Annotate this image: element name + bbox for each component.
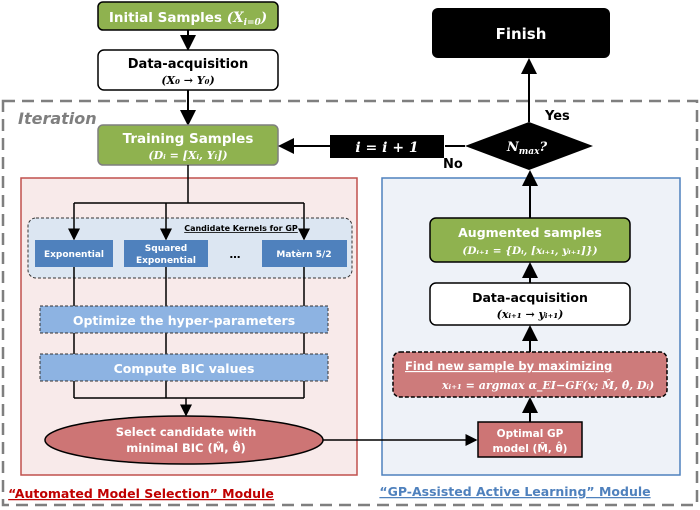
augmented-samples-title: Augmented samples	[458, 225, 602, 240]
select-candidate-ellipse	[44, 415, 324, 465]
data-acquisition-2-math: (xᵢ₊₁ → yᵢ₊₁)	[497, 308, 564, 321]
kernel-exponential-label: Exponential	[44, 250, 104, 260]
select-candidate-line2: minimal BIC (M̂, θ̂)	[126, 439, 245, 455]
no-label: No	[443, 157, 463, 172]
find-new-sample-title: Find new sample by maximizing	[405, 359, 612, 373]
decision-n: N	[506, 140, 520, 155]
kernel-matern-label: Matèrn 5/2	[276, 249, 331, 260]
flowchart: Iteration “Automated Model Selection” Mo…	[0, 0, 700, 510]
yes-label: Yes	[544, 109, 570, 124]
kernel-squared-label-2: Exponential	[136, 256, 196, 266]
decision-sub: max	[519, 147, 540, 157]
select-candidate-line1: Select candidate with	[116, 425, 257, 439]
acquisition-formula: xᵢ₊₁ = argmax α_EI−GF(x; M̂, θ̂, Dᵢ)	[441, 379, 654, 393]
initial-math: (X	[227, 10, 244, 26]
candidate-kernels-title: Candidate Kernels for GP	[184, 224, 298, 233]
left-module-title: “Automated Model Selection” Module	[8, 486, 274, 501]
data-acquisition-math: (X₀ → Y₀)	[161, 74, 214, 87]
decision-q: ?	[540, 140, 548, 155]
finish-label: Finish	[496, 25, 547, 43]
compute-bic-label: Compute BIC values	[114, 361, 255, 376]
iteration-label: Iteration	[18, 109, 97, 128]
kernel-ellipsis: …	[230, 248, 241, 261]
kernel-squared-label: Squared	[145, 244, 187, 254]
optimize-label: Optimize the hyper-parameters	[73, 313, 295, 328]
optimal-gp-line2: model (M̂, θ̂)	[493, 441, 568, 455]
data-acquisition-2-title: Data-acquisition	[472, 290, 588, 305]
training-samples-title: Training Samples	[123, 131, 254, 147]
data-acquisition-title: Data-acquisition	[128, 57, 249, 72]
augmented-samples-math: (Dᵢ₊₁ = {Dᵢ, [xᵢ₊₁, yᵢ₊₁]})	[462, 245, 597, 257]
right-module-title: “GP-Assisted Active Learning” Module	[379, 484, 650, 499]
svg-text:Initial Samples (Xi=0): Initial Samples (Xi=0)	[109, 10, 267, 28]
initial-sub: i=0	[244, 18, 262, 28]
initial-samples-label: Initial Samples	[109, 10, 222, 26]
increment-label: i = i + 1	[355, 140, 418, 156]
optimal-gp-line1: Optimal GP	[497, 428, 564, 440]
nmax-decision	[465, 122, 593, 170]
training-samples-math: (Dᵢ = [Xᵢ, Yᵢ])	[148, 149, 227, 162]
